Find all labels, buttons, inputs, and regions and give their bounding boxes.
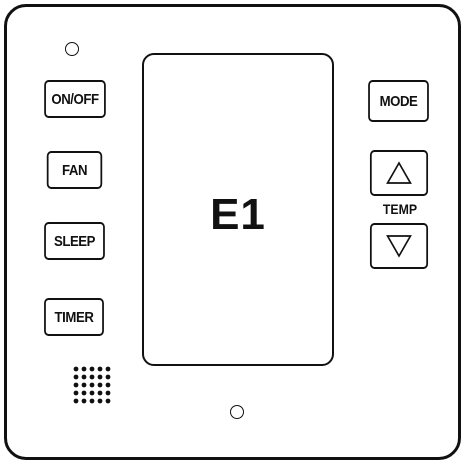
triangle-down-icon: [386, 235, 412, 258]
error-code: E1: [210, 189, 266, 239]
temp-label: TEMP: [382, 201, 418, 217]
speaker-grille-icon: [73, 366, 111, 404]
triangle-up-icon: [386, 161, 412, 184]
lcd-display: E1: [142, 53, 334, 366]
fan-button[interactable]: FAN: [46, 151, 103, 189]
sleep-button[interactable]: SLEEP: [44, 222, 105, 260]
temp-up-button[interactable]: [369, 150, 429, 196]
mode-button[interactable]: MODE: [368, 80, 429, 122]
temp-down-button[interactable]: [369, 223, 429, 269]
timer-button[interactable]: TIMER: [44, 298, 104, 336]
onoff-button[interactable]: ON/OFF: [44, 80, 106, 118]
status-led-top: [65, 42, 79, 56]
status-led-bottom: [230, 405, 244, 419]
